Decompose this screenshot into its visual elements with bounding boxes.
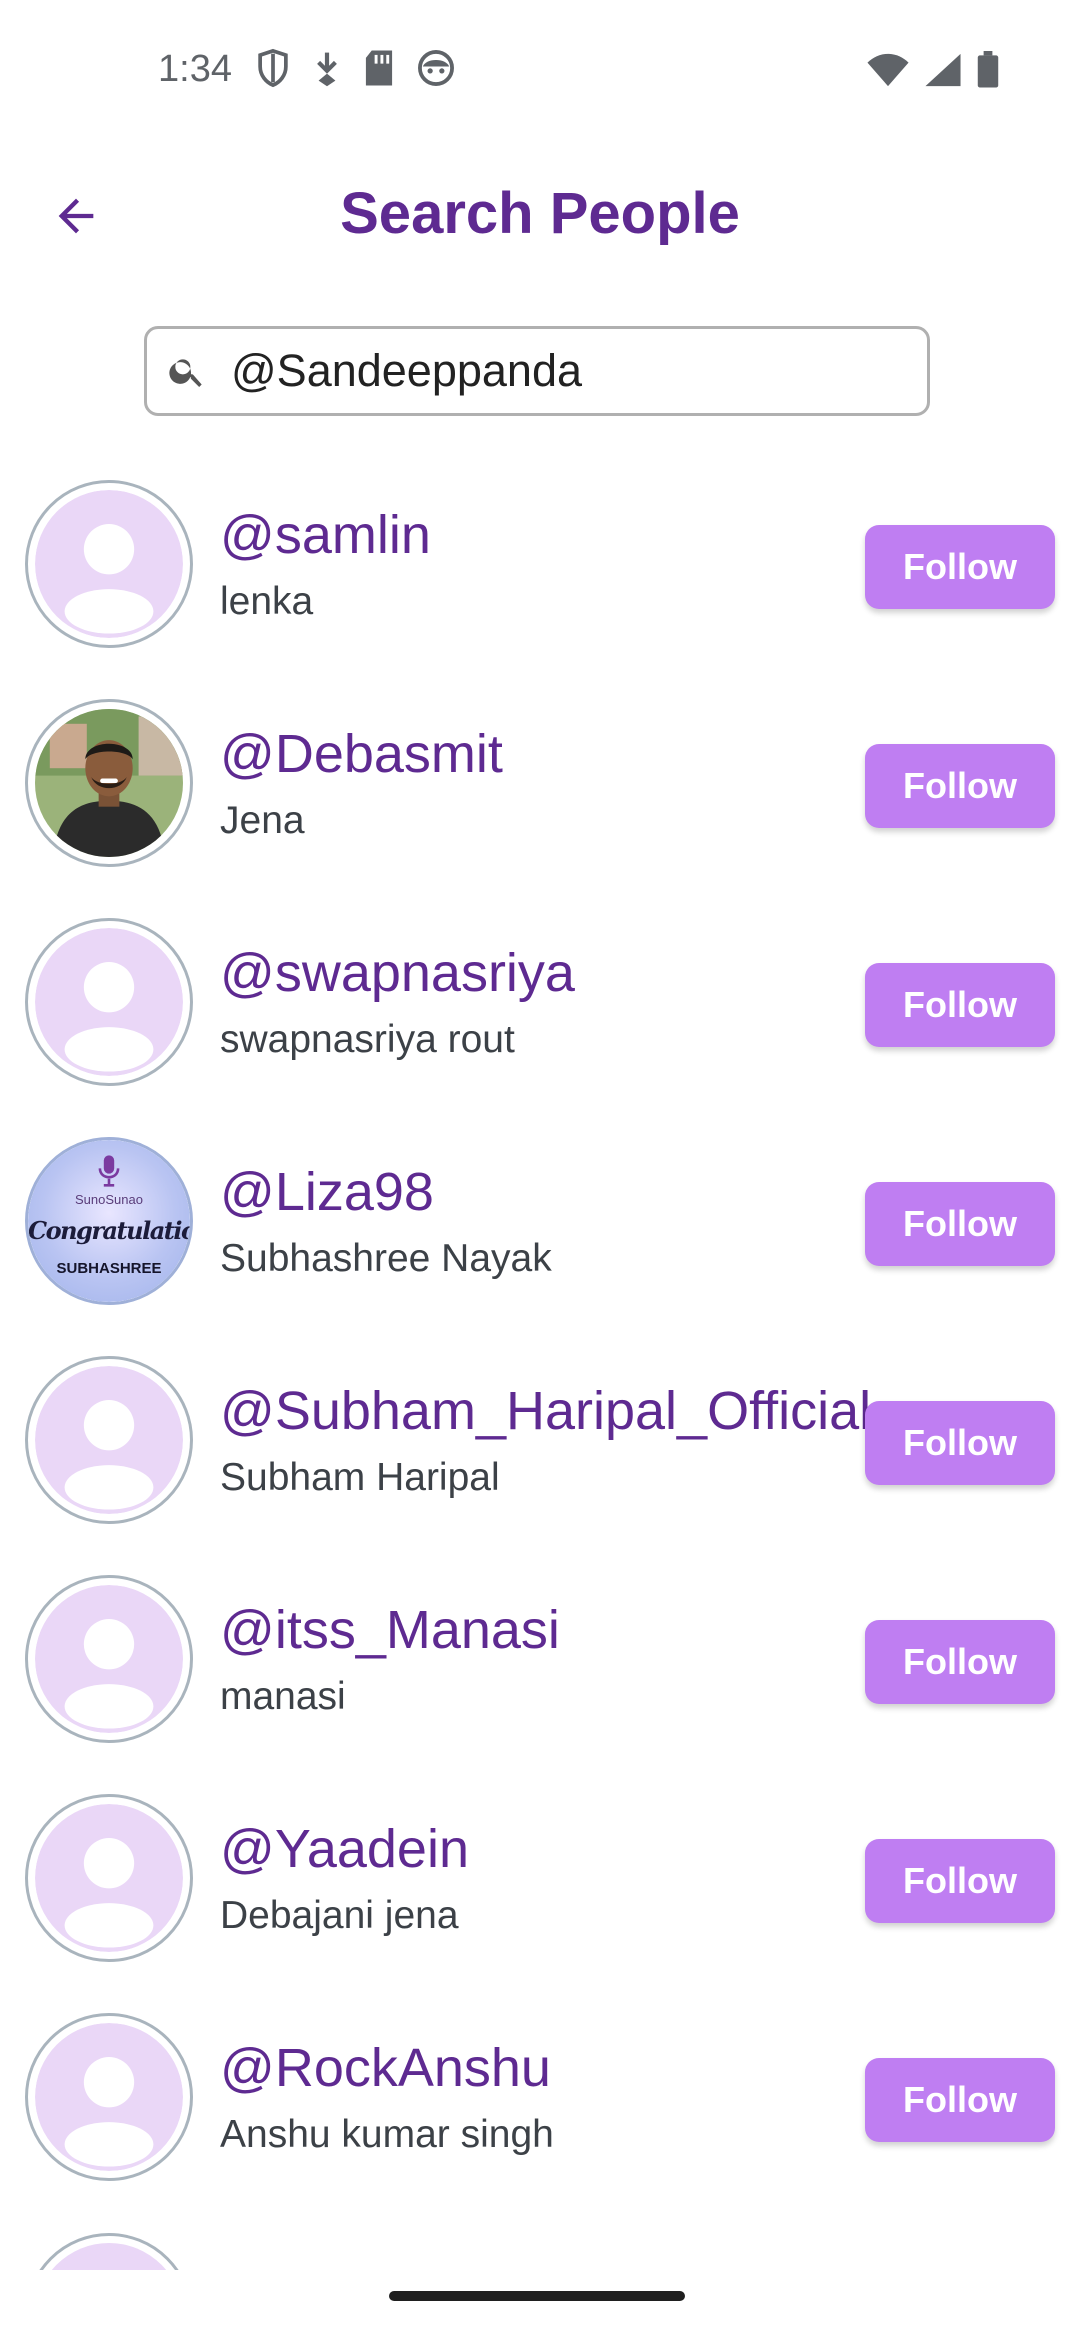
user-handle[interactable]: @Yaadein <box>220 1818 469 1880</box>
list-item[interactable]: @Subham_Haripal_Official Subham Haripal … <box>0 1356 1080 1575</box>
shield-icon <box>255 48 291 93</box>
avatar <box>25 918 193 1086</box>
list-item[interactable]: @itss_Manasi manasi Follow <box>0 1575 1080 1794</box>
person-placeholder-icon <box>35 490 183 638</box>
congratulations-text: Congratulations <box>28 1216 190 1245</box>
brand-text: SunoSunao <box>75 1192 143 1207</box>
list-item[interactable]: @samlin lenka Follow <box>0 480 1080 699</box>
user-handle[interactable]: @itss_Manasi <box>220 1599 560 1661</box>
avatar <box>25 1356 193 1524</box>
person-placeholder-icon <box>51 2243 167 2270</box>
avatar <box>25 699 193 867</box>
person-placeholder-icon <box>35 928 183 1076</box>
microphone-icon <box>98 1155 120 1187</box>
profile-photo <box>35 709 183 857</box>
app-bar: Search People <box>0 140 1080 290</box>
cell-signal-icon <box>924 52 962 93</box>
user-handle[interactable]: @Liza98 <box>220 1161 434 1223</box>
search-icon <box>167 349 211 393</box>
results-list[interactable]: @samlin lenka Follow @Debasmit Jena Foll… <box>0 480 1080 2270</box>
user-handle[interactable]: @RockAnshu <box>220 2037 551 2099</box>
user-handle[interactable]: @swapnasriya <box>220 942 575 1004</box>
status-icons-left <box>255 48 455 92</box>
follow-button[interactable]: Follow <box>865 2058 1055 2142</box>
person-placeholder-icon <box>35 1585 183 1733</box>
avatar: SunoSunao Congratulations SUBHASHREE <box>25 1137 193 1305</box>
avatar <box>25 2013 193 2181</box>
status-icons-right <box>866 50 1000 94</box>
follow-button[interactable]: Follow <box>865 1839 1055 1923</box>
follow-button[interactable]: Follow <box>865 1182 1055 1266</box>
user-full-name: Jena <box>220 799 305 842</box>
user-full-name: Anshu kumar singh <box>220 2113 554 2156</box>
status-bar: 1:34 <box>0 0 1080 140</box>
person-placeholder-icon <box>35 2023 183 2171</box>
list-item[interactable]: @swapnasriya swapnasriya rout Follow <box>0 918 1080 1137</box>
avatar <box>25 1794 193 1962</box>
android-face-icon <box>417 49 455 92</box>
page-title: Search People <box>340 181 740 246</box>
download-arrow-icon <box>313 48 341 93</box>
avatar <box>25 2233 193 2270</box>
sd-card-icon <box>363 49 395 92</box>
avatar-caption: SUBHASHREE <box>56 1260 162 1277</box>
person-placeholder-icon <box>35 1804 183 1952</box>
search-box[interactable] <box>144 326 930 416</box>
follow-button[interactable]: Follow <box>865 1620 1055 1704</box>
follow-button[interactable]: Follow <box>865 744 1055 828</box>
congratulations-image: SunoSunao Congratulations SUBHASHREE <box>28 1140 190 1302</box>
list-item[interactable]: @Yaadein Debajani jena Follow <box>0 1794 1080 2013</box>
user-full-name: Subham Haripal <box>220 1456 500 1499</box>
list-item[interactable]: @RockAnshu Anshu kumar singh Follow <box>0 2013 1080 2232</box>
follow-button[interactable]: Follow <box>865 525 1055 609</box>
gesture-nav-handle[interactable] <box>389 2291 685 2301</box>
battery-icon <box>976 50 1000 94</box>
status-time: 1:34 <box>158 48 232 90</box>
wifi-icon <box>866 52 910 93</box>
user-full-name: Subhashree Nayak <box>220 1237 552 1280</box>
list-item[interactable]: SunoSunao Congratulations SUBHASHREE @Li… <box>0 1137 1080 1356</box>
avatar <box>25 1575 193 1743</box>
person-placeholder-icon <box>35 1366 183 1514</box>
list-item[interactable]: @Debasmit Jena Follow <box>0 699 1080 918</box>
user-handle[interactable]: @Subham_Haripal_Official <box>220 1380 871 1442</box>
user-full-name: Debajani jena <box>220 1894 459 1937</box>
user-handle[interactable]: @Debasmit <box>220 723 503 785</box>
user-handle[interactable]: @samlin <box>220 504 431 566</box>
user-full-name: lenka <box>220 580 314 623</box>
search-input[interactable] <box>231 345 871 397</box>
follow-button[interactable]: Follow <box>865 963 1055 1047</box>
follow-button[interactable]: Follow <box>865 1401 1055 1485</box>
avatar <box>25 480 193 648</box>
user-full-name: manasi <box>220 1675 346 1718</box>
user-full-name: swapnasriya rout <box>220 1018 515 1061</box>
